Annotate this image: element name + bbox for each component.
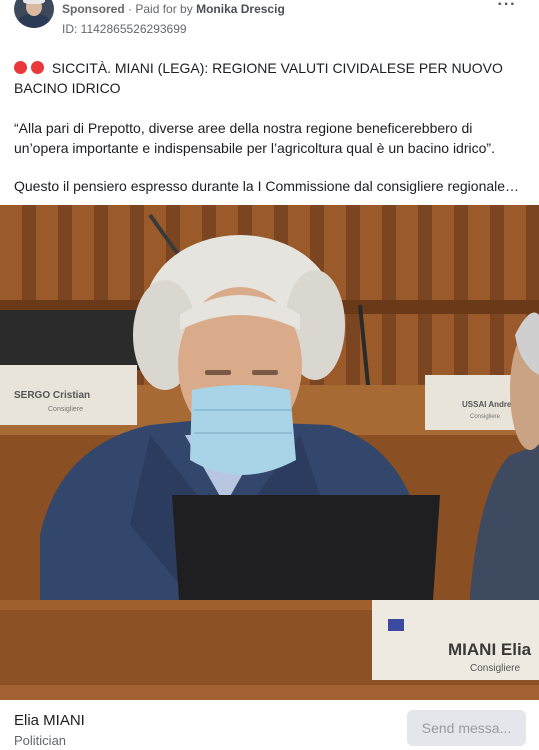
nameplate-right: USSAI Andrea [462,400,516,409]
page-name[interactable]: Elia MIANI [14,712,85,729]
avatar-hair [23,0,45,4]
page-avatar[interactable] [14,0,54,28]
post-headline: SICCITÀ. MIANI (LEGA): REGIONE VALUTI CI… [14,58,529,98]
separator: · [128,2,133,16]
post-summary: Questo il pensiero espresso durante la I… [14,178,520,194]
avatar-suit [18,14,50,28]
red-circle-icon [31,61,44,74]
headline-text: SICCITÀ. MIANI (LEGA): REGIONE VALUTI CI… [14,60,503,96]
red-circle-icon [14,61,27,74]
ad-footer: Elia MIANI Politician Send messa... [0,700,539,750]
ad-image[interactable]: SERGO Cristian Consigliere USSAI Andrea … [0,205,539,700]
payer-name[interactable]: Monika Drescig [196,2,285,16]
nameplate-right-role: Consigliere [470,414,501,420]
send-message-button[interactable]: Send messa... [407,710,526,746]
post-quote: “Alla pari di Prepotto, diverse aree del… [14,120,495,156]
nameplate-left-role: Consigliere [48,406,83,413]
nameplate-front: MIANI Elia [448,640,532,659]
nameplate-front-role: Consigliere [470,663,520,674]
page-category: Politician [14,733,67,748]
ad-id: ID: 1142865526293699 [62,22,187,36]
nameplate-left: SERGO Cristian [14,390,90,401]
paid-for-prefix: Paid for by [135,2,193,16]
ad-header: Sponsored · Paid for by Monika Drescig I… [0,0,539,38]
sponsored-label: Sponsored [62,2,125,16]
more-horizontal-icon[interactable]: ··· [496,0,518,14]
sponsor-line: Sponsored · Paid for by Monika Drescig [62,2,285,16]
